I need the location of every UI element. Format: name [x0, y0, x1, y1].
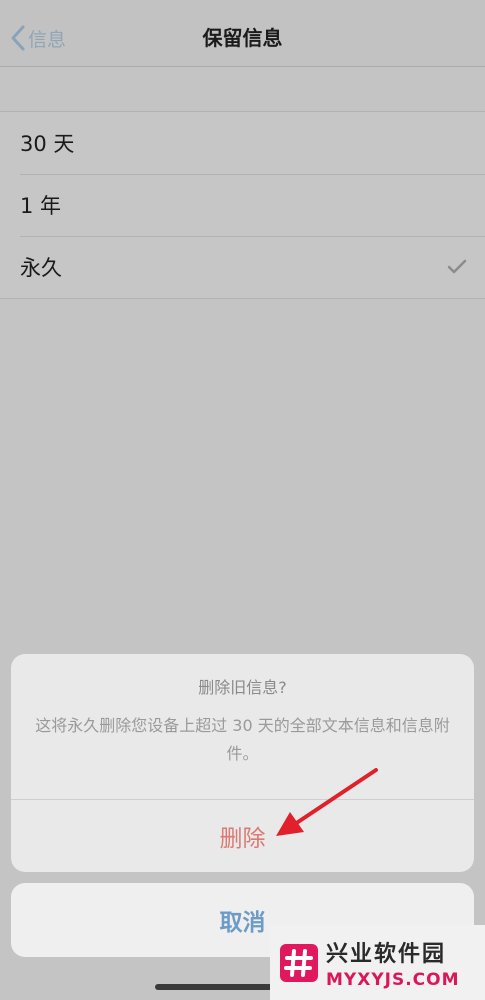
option-label: 30 天	[20, 132, 75, 156]
watermark-text: 兴业软件园 MYXYJS.COM	[326, 936, 460, 990]
action-sheet-title: 删除旧信息?	[198, 678, 287, 697]
option-label: 1 年	[20, 194, 62, 218]
action-sheet: 删除旧信息? 这将永久删除您设备上超过 30 天的全部文本信息和信息附件。 删除	[11, 654, 474, 872]
option-row-forever[interactable]: 永久	[0, 236, 485, 298]
delete-button[interactable]: 删除	[11, 800, 474, 872]
option-row-30-days[interactable]: 30 天	[0, 112, 485, 174]
action-sheet-message: 这将永久删除您设备上超过 30 天的全部文本信息和信息附件。	[35, 716, 450, 763]
retention-options-list: 30 天 1 年 永久	[0, 111, 485, 299]
hash-logo-icon	[280, 943, 318, 982]
option-row-1-year[interactable]: 1 年	[0, 174, 485, 236]
watermark-en: MYXYJS.COM	[326, 969, 460, 990]
watermark: 兴业软件园 MYXYJS.COM	[270, 925, 485, 1000]
page-title: 保留信息	[202, 26, 283, 50]
watermark-cn: 兴业软件园	[326, 941, 447, 967]
navigation-bar: 信息 保留信息	[0, 0, 485, 67]
checkmark-icon	[447, 259, 467, 274]
option-label: 永久	[20, 256, 62, 280]
